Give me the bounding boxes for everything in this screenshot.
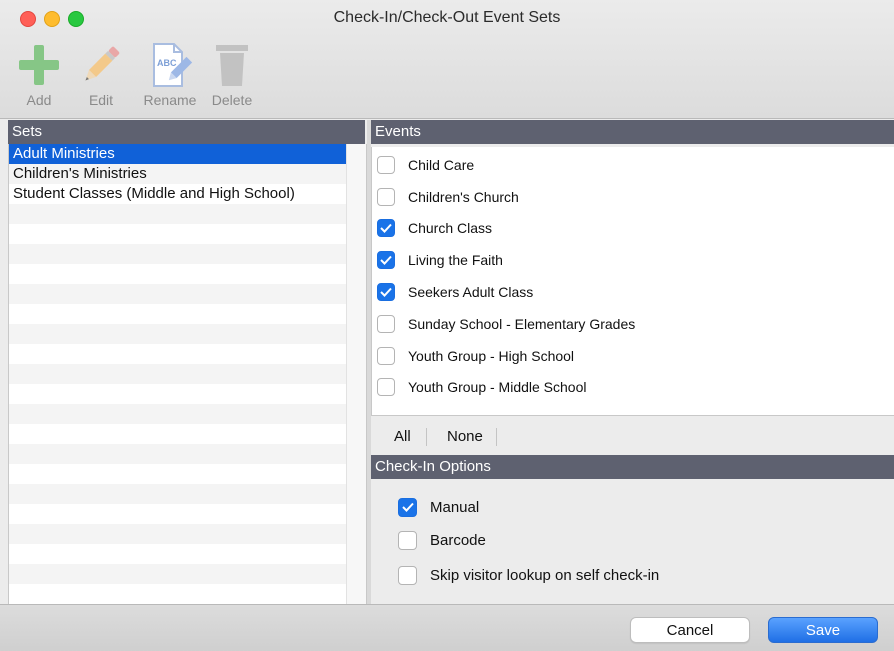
trash-icon xyxy=(206,40,258,90)
event-checkbox[interactable] xyxy=(377,188,395,206)
event-label: Youth Group - High School xyxy=(408,348,575,364)
event-label: Living the Faith xyxy=(408,252,503,268)
events-list: Child Care Children's Church Church Clas… xyxy=(371,147,894,416)
pencil-icon xyxy=(76,40,126,90)
option-barcode[interactable]: Barcode xyxy=(398,527,486,553)
select-all-button[interactable]: All xyxy=(394,427,411,447)
checkin-options-header: Check-In Options xyxy=(371,455,894,479)
sets-header: Sets xyxy=(8,120,365,144)
event-row-sunday-school[interactable]: Sunday School - Elementary Grades xyxy=(372,311,894,337)
option-manual[interactable]: Manual xyxy=(398,494,479,520)
set-item-adult-ministries[interactable]: Adult Ministries xyxy=(9,144,346,164)
event-row-child-care[interactable]: Child Care xyxy=(372,152,894,178)
list-stripes xyxy=(9,144,346,604)
window-title: Check-In/Check-Out Event Sets xyxy=(333,9,561,26)
delete-label: Delete xyxy=(211,92,253,108)
event-label: Seekers Adult Class xyxy=(408,284,534,300)
event-checkbox[interactable] xyxy=(377,378,395,396)
option-label: Barcode xyxy=(430,531,486,549)
event-label: Church Class xyxy=(408,220,493,236)
event-checkbox[interactable] xyxy=(377,283,395,301)
manual-checkbox[interactable] xyxy=(398,497,417,517)
plus-icon xyxy=(14,40,64,90)
event-label: Youth Group - Middle School xyxy=(408,379,587,395)
event-checkbox[interactable] xyxy=(377,251,395,269)
event-sets-window: Check-In/Check-Out Event Sets Add Edit A… xyxy=(0,0,894,651)
bottom-bar xyxy=(0,604,894,651)
barcode-checkbox[interactable] xyxy=(398,530,417,550)
sets-scrollbar[interactable] xyxy=(346,144,366,604)
set-item-childrens-ministries[interactable]: Children's Ministries xyxy=(9,164,346,184)
save-button[interactable]: Save xyxy=(768,617,878,643)
event-checkbox[interactable] xyxy=(377,219,395,237)
option-label: Manual xyxy=(430,498,480,516)
event-label: Child Care xyxy=(408,157,475,173)
cancel-button[interactable]: Cancel xyxy=(630,617,750,643)
add-label: Add xyxy=(26,92,52,108)
edit-label: Edit xyxy=(88,92,114,108)
event-row-childrens-church[interactable]: Children's Church xyxy=(372,184,894,210)
rename-label: Rename xyxy=(143,92,197,108)
set-item-student-classes[interactable]: Student Classes (Middle and High School) xyxy=(9,184,346,204)
svg-text:ABC: ABC xyxy=(157,58,177,68)
titlebar: Check-In/Check-Out Event Sets Add Edit A… xyxy=(0,0,894,119)
option-skip-visitor-lookup[interactable]: Skip visitor lookup on self check-in xyxy=(398,562,659,588)
event-row-youth-high-school[interactable]: Youth Group - High School xyxy=(372,343,894,369)
event-row-youth-middle-school[interactable]: Youth Group - Middle School xyxy=(372,374,894,400)
rename-document-icon: ABC xyxy=(134,40,206,90)
segment-divider xyxy=(496,428,497,446)
sets-list[interactable]: Adult Ministries Children's Ministries S… xyxy=(8,144,367,605)
event-row-living-the-faith[interactable]: Living the Faith xyxy=(372,247,894,273)
event-label: Sunday School - Elementary Grades xyxy=(408,316,636,332)
add-button[interactable]: Add xyxy=(14,40,64,108)
event-checkbox[interactable] xyxy=(377,347,395,365)
option-label: Skip visitor lookup on self check-in xyxy=(430,566,660,584)
skip-visitor-lookup-checkbox[interactable] xyxy=(398,565,417,585)
select-none-button[interactable]: None xyxy=(447,427,483,447)
event-label: Children's Church xyxy=(408,189,519,205)
event-row-church-class[interactable]: Church Class xyxy=(372,215,894,241)
edit-button[interactable]: Edit xyxy=(76,40,126,108)
delete-button[interactable]: Delete xyxy=(206,40,258,108)
rename-button[interactable]: ABC Rename xyxy=(134,40,206,108)
event-row-seekers-adult-class[interactable]: Seekers Adult Class xyxy=(372,279,894,305)
segment-divider xyxy=(426,428,427,446)
events-header: Events xyxy=(371,120,894,144)
event-checkbox[interactable] xyxy=(377,315,395,333)
event-checkbox[interactable] xyxy=(377,156,395,174)
